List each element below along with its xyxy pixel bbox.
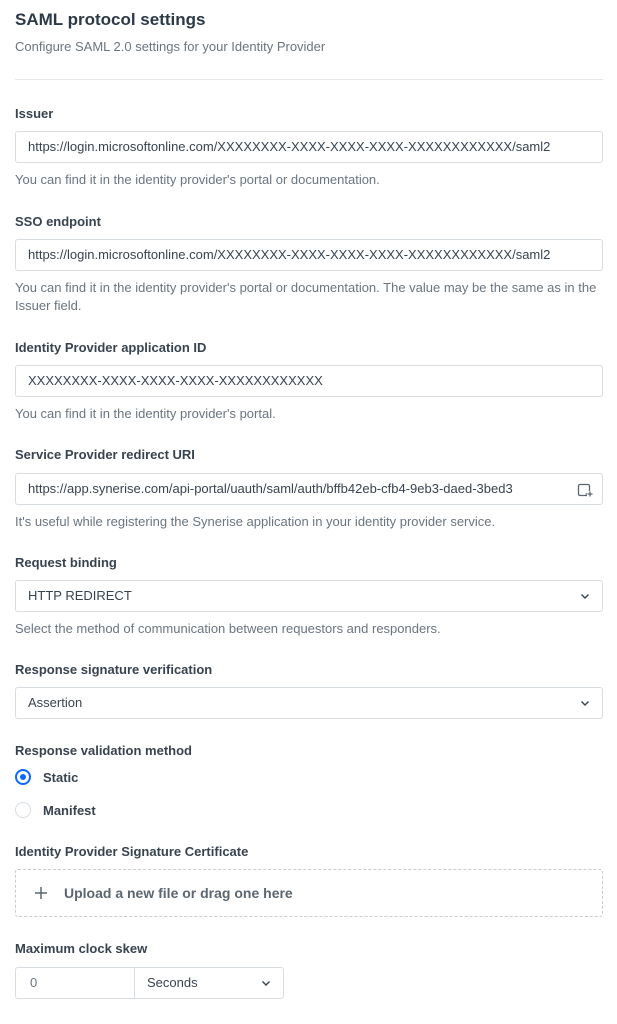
chevron-down-icon: [581, 594, 589, 599]
clock-skew-unit-select[interactable]: Seconds: [134, 967, 284, 999]
validation-method-label: Response validation method: [15, 743, 192, 758]
issuer-hint: You can find it in the identity provider…: [15, 172, 380, 187]
chevron-down-icon: [581, 701, 589, 706]
redirect-uri-field: https://app.synerise.com/api-portal/uaut…: [15, 473, 603, 505]
radio-manifest-indicator[interactable]: [15, 802, 31, 818]
issuer-label: Issuer: [15, 106, 54, 121]
radio-static-indicator[interactable]: [15, 769, 31, 785]
response-signature-label: Response signature verification: [15, 662, 213, 677]
sso-endpoint-label: SSO endpoint: [15, 214, 101, 229]
response-signature-select[interactable]: Assertion: [15, 687, 603, 719]
redirect-uri-value: https://app.synerise.com/api-portal/uaut…: [28, 481, 513, 496]
idp-app-id-input[interactable]: XXXXXXXX-XXXX-XXXX-XXXX-XXXXXXXXXXXX: [15, 365, 603, 397]
idp-app-id-label: Identity Provider application ID: [15, 340, 207, 355]
idp-app-id-hint: You can find it in the identity provider…: [15, 406, 276, 421]
radio-manifest-label: Manifest: [43, 802, 96, 818]
request-binding-label: Request binding: [15, 555, 117, 570]
radio-manifest[interactable]: Manifest: [15, 800, 96, 820]
response-signature-value: Assertion: [28, 695, 83, 710]
clock-skew-input[interactable]: 0: [15, 967, 135, 999]
certificate-upload[interactable]: Upload a new file or drag one here: [15, 869, 603, 917]
redirect-uri-label: Service Provider redirect URI: [15, 447, 195, 462]
page-title: SAML protocol settings: [15, 10, 206, 29]
plus-icon: [35, 887, 47, 899]
certificate-label: Identity Provider Signature Certificate: [15, 844, 249, 859]
radio-static[interactable]: Static: [15, 767, 78, 787]
clock-skew-label: Maximum clock skew: [15, 941, 148, 956]
clock-skew-unit-value: Seconds: [147, 975, 198, 990]
page-subtitle: Configure SAML 2.0 settings for your Ide…: [15, 39, 326, 54]
sso-endpoint-input[interactable]: https://login.microsoftonline.com/XXXXXX…: [15, 239, 603, 271]
chevron-down-icon: [262, 981, 270, 986]
redirect-uri-hint: It's useful while registering the Syneri…: [15, 514, 496, 529]
copy-icon[interactable]: [576, 481, 594, 499]
issuer-input[interactable]: https://login.microsoftonline.com/XXXXXX…: [15, 131, 603, 163]
upload-text: Upload a new file or drag one here: [64, 885, 293, 901]
header-divider: [15, 79, 603, 80]
request-binding-select[interactable]: HTTP REDIRECT: [15, 580, 603, 612]
sso-endpoint-hint: You can find it in the identity provider…: [15, 280, 597, 313]
radio-static-label: Static: [43, 769, 79, 785]
request-binding-hint: Select the method of communication betwe…: [15, 621, 441, 636]
request-binding-value: HTTP REDIRECT: [28, 588, 132, 603]
